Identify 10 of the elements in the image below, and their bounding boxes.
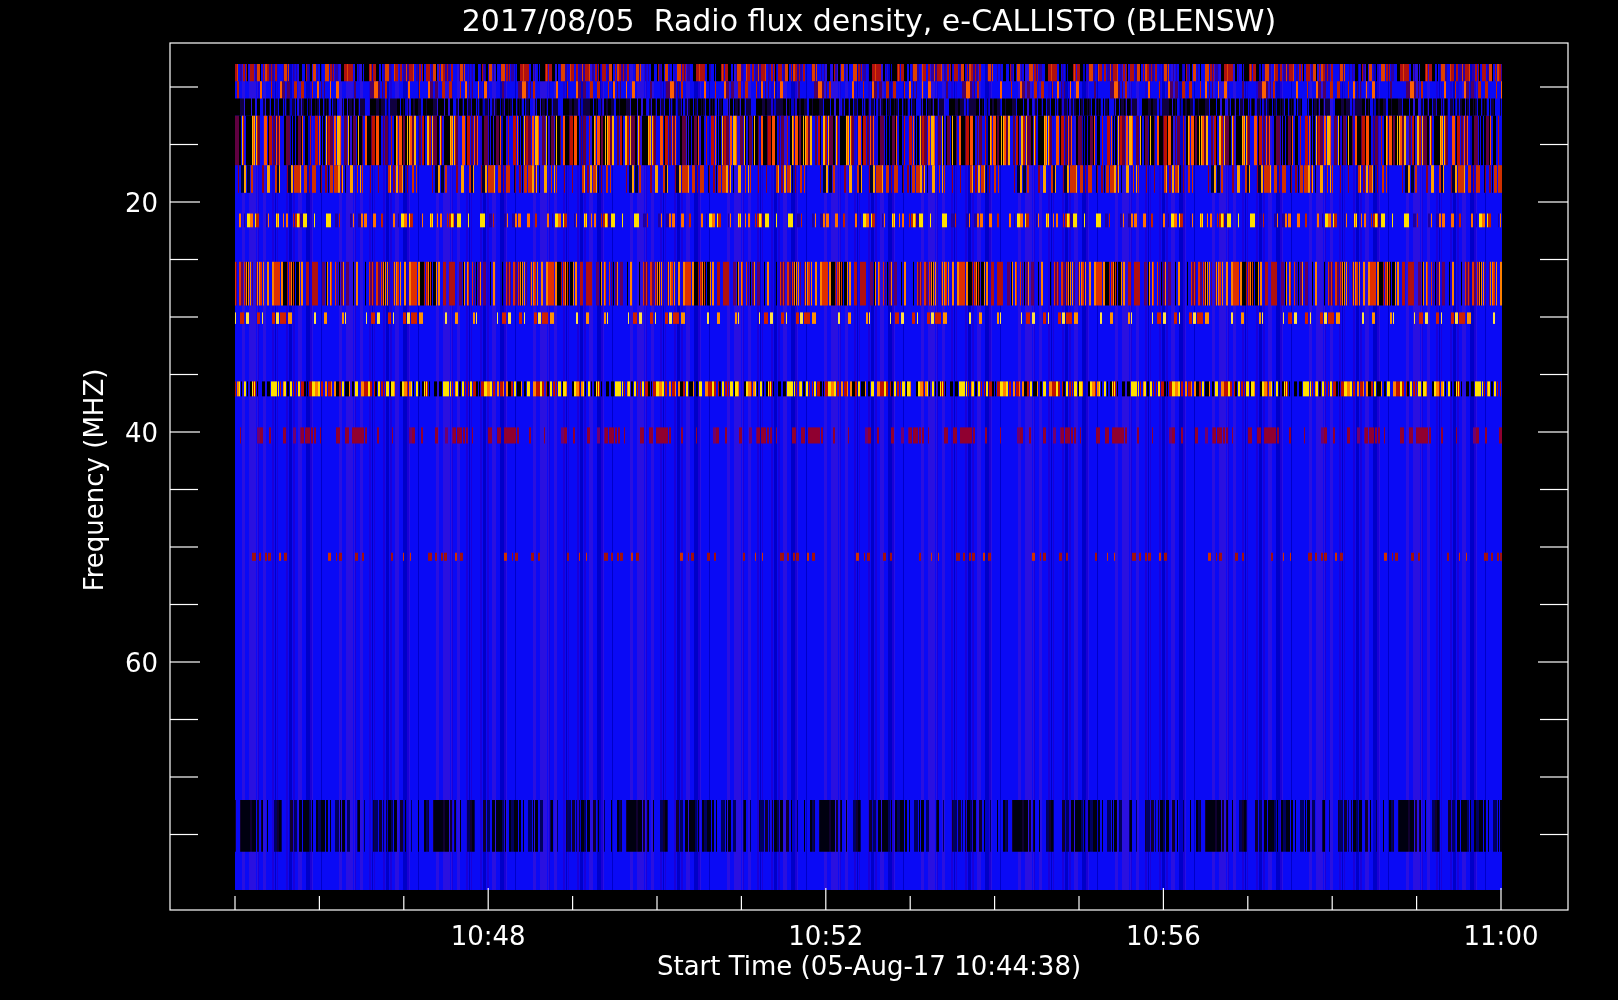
x-axis-label: Start Time (05-Aug-17 10:44:38): [656, 951, 1082, 981]
y-tick-label: 40: [124, 418, 158, 448]
x-tick-label: 11:00: [1463, 921, 1539, 951]
y-tick-label: 60: [124, 648, 158, 678]
y-tick-label: 20: [124, 188, 158, 218]
x-tick-label: 10:52: [788, 921, 864, 951]
x-tick-label: 10:56: [1125, 921, 1201, 951]
x-tick-label: 10:48: [450, 921, 526, 951]
chart-title: 2017/08/05 Radio flux density, e-CALLISTO (BLENSW): [461, 3, 1277, 38]
y-axis-label: Frequency (MHZ): [79, 368, 109, 592]
